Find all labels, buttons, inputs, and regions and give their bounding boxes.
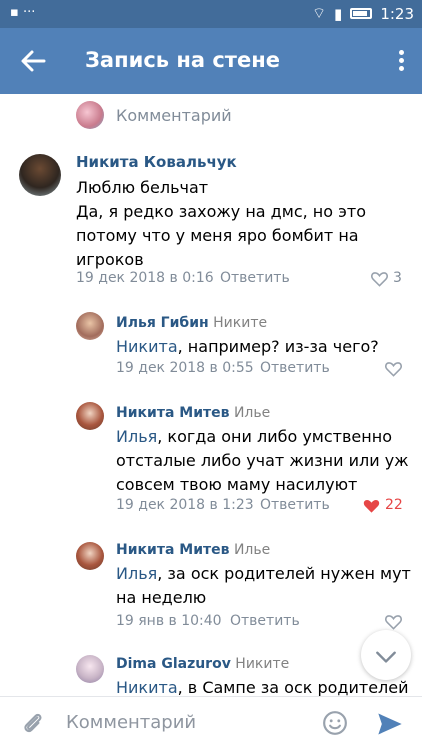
comment-author[interactable]: Dima Glazurov <box>116 656 231 672</box>
comment-date: 19 янв в 10:40 <box>116 613 222 629</box>
battery-icon <box>350 8 373 19</box>
heart-icon[interactable] <box>362 496 381 515</box>
like-count: 3 <box>393 270 402 286</box>
reply-to: Никите <box>213 315 268 331</box>
comment-header: Никита Митев Илье <box>116 405 270 421</box>
mention-link[interactable]: Никита <box>116 337 178 356</box>
reply-button[interactable]: Ответить <box>260 497 330 513</box>
comment-text: Никита, в Сампе за оск родителей <box>116 678 409 696</box>
comment-text: Илья, за оск родителей нужен мут на неде… <box>116 564 411 607</box>
comment-author[interactable]: Никита Митев <box>116 405 229 421</box>
send-icon[interactable] <box>376 710 404 738</box>
mention-link[interactable]: Илья <box>116 427 157 446</box>
avatar <box>76 101 104 129</box>
app-header: Запись на стене <box>0 28 422 94</box>
comment: Никита Ковальчук Люблю бельчат Да, я ред… <box>0 140 422 300</box>
more-vertical-icon[interactable] <box>396 48 406 74</box>
heart-icon[interactable] <box>370 269 389 288</box>
paperclip-icon[interactable] <box>20 711 46 737</box>
reply-to: Илье <box>233 405 271 421</box>
reply-button[interactable]: Ответить <box>220 270 290 286</box>
comment-header: Никита Митев Илье <box>116 542 270 558</box>
comment-date: 19 дек 2018 в 0:16 <box>76 270 214 286</box>
scroll-down-button[interactable] <box>361 630 411 680</box>
status-bar: ▪ ··· ⌔ ▮ 1:23 <box>0 0 422 28</box>
comment-date: 19 дек 2018 в 1:23 <box>116 497 254 513</box>
mention-link[interactable]: Никита <box>116 678 178 696</box>
comment-input[interactable]: Комментарий <box>66 712 196 733</box>
comment-author[interactable]: Илья Гибин <box>116 315 209 331</box>
status-icons: ⌔ ▮ 1:23 <box>312 4 414 23</box>
wifi-icon: ⌔ <box>311 4 327 22</box>
comment: Никита Митев Илье Илья, за оск родителей… <box>0 530 422 650</box>
reply-to: Илье <box>233 542 271 558</box>
avatar[interactable] <box>76 655 104 683</box>
avatar[interactable] <box>76 312 104 340</box>
reply-button[interactable]: Ответить <box>260 360 330 376</box>
comment: Никита Митев Илье Илья, когда они либо у… <box>0 390 422 530</box>
clock: 1:23 <box>380 4 414 23</box>
reply-to: Никите <box>235 656 290 672</box>
signal-icon: ▮ <box>334 4 343 23</box>
comment-author[interactable]: Никита Ковальчук <box>76 153 237 171</box>
mention-link[interactable]: Илья <box>116 564 157 583</box>
avatar[interactable] <box>19 154 61 196</box>
back-arrow-icon[interactable] <box>18 46 48 76</box>
avatar[interactable] <box>76 542 104 570</box>
chevron-down-icon <box>376 651 396 663</box>
comment-text: Никита, например? из-за чего? <box>116 337 379 356</box>
comment-author[interactable]: Никита Митев <box>116 542 229 558</box>
comment-header: Илья Гибин Никите <box>116 315 267 331</box>
comment-text: Илья, когда они либо умственно отсталые … <box>116 427 409 494</box>
comment-composer: Комментарий <box>0 696 422 751</box>
post-comment-prompt[interactable]: Комментарий <box>0 94 422 140</box>
like-count: 22 <box>385 497 403 513</box>
reply-button[interactable]: Ответить <box>230 613 300 629</box>
comment: Dima Glazurov Никите Никита, в Сампе за … <box>0 650 422 696</box>
smile-icon[interactable] <box>322 710 348 736</box>
comment-date: 19 дек 2018 в 0:55 <box>116 360 254 376</box>
notification-icons: ▪ ··· <box>10 5 36 20</box>
comment-text: Люблю бельчат Да, я редко захожу на дмс,… <box>76 178 367 269</box>
avatar[interactable] <box>76 402 104 430</box>
heart-icon[interactable] <box>384 359 403 378</box>
comment: Илья Гибин Никите Никита, например? из-з… <box>0 300 422 390</box>
comment-header: Dima Glazurov Никите <box>116 656 289 672</box>
comment-prompt-label: Комментарий <box>116 106 232 125</box>
page-title: Запись на стене <box>85 48 280 72</box>
heart-icon[interactable] <box>384 612 403 631</box>
